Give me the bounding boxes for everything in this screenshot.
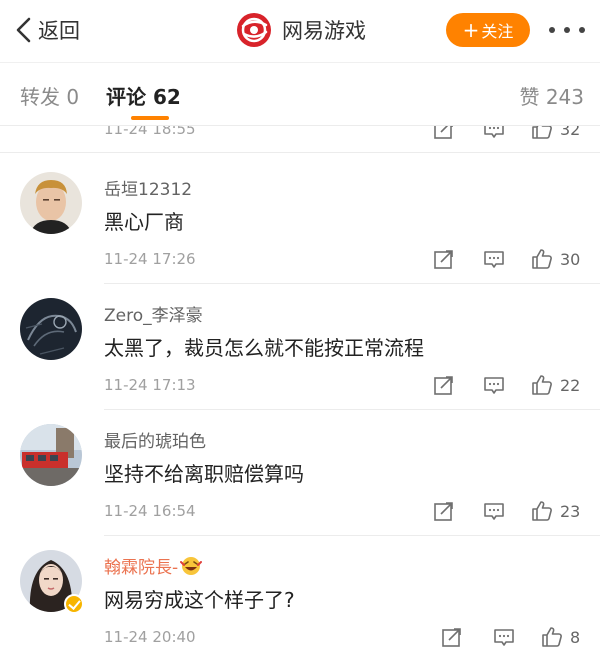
list-item: 11-24 18:55 32 xyxy=(0,126,600,154)
thumb-up-icon xyxy=(542,627,562,647)
like-button[interactable]: 8 xyxy=(540,624,580,650)
comment-icon[interactable] xyxy=(482,498,506,524)
thumb-up-icon xyxy=(532,375,552,395)
comment-author[interactable]: 翰霖院長- xyxy=(104,553,203,578)
avatar-dark-sketch xyxy=(20,298,82,360)
thumb-up-icon xyxy=(532,249,552,269)
chevron-left-icon xyxy=(16,17,31,43)
page-title: 网易游戏 xyxy=(282,19,366,43)
dot xyxy=(579,27,585,33)
tab-bar: 转发 0 评论 62 赞 243 xyxy=(0,62,600,126)
comment-actions: 30 xyxy=(432,246,600,272)
follow-button[interactable]: + 关注 xyxy=(446,13,530,47)
avatar[interactable] xyxy=(20,424,82,486)
comment-text: 坚持不给离职赔偿算吗 xyxy=(104,462,304,486)
comment-text: 网易穷成这个样子了? xyxy=(104,588,295,612)
comment-icon[interactable] xyxy=(482,246,506,272)
account-header[interactable]: 网易游戏 xyxy=(236,11,366,49)
thumb-up-icon xyxy=(532,126,552,139)
laughing-emoji-icon xyxy=(180,557,203,575)
list-item: 翰霖院長- 网易穷成这个样子了? 11-24 20:40 8 xyxy=(0,536,600,651)
comment-icon[interactable] xyxy=(492,624,516,650)
divider xyxy=(0,152,600,153)
comment-actions: 8 xyxy=(440,624,600,650)
tab-repost[interactable]: 转发 0 xyxy=(20,81,79,110)
comment-text: 太黑了，裁员怎么就不能按正常流程 xyxy=(104,336,424,360)
comment-author[interactable]: 岳垣12312 xyxy=(104,175,192,200)
list-item: 岳垣12312 黑心厂商 11-24 17:26 30 xyxy=(0,158,600,284)
like-button[interactable]: 32 xyxy=(530,126,580,142)
thumb-up-icon xyxy=(532,501,552,521)
comment-actions: 23 xyxy=(432,498,600,524)
comment-icon[interactable] xyxy=(482,126,506,142)
list-item: 最后的琥珀色 坚持不给离职赔偿算吗 11-24 16:54 23 xyxy=(0,410,600,536)
like-button[interactable]: 23 xyxy=(530,498,580,524)
repost-icon[interactable] xyxy=(432,246,456,272)
comment-icon[interactable] xyxy=(482,372,506,398)
comment-time: 11-24 17:26 xyxy=(104,250,196,268)
dot xyxy=(549,27,555,33)
comment-time: 11-24 18:55 xyxy=(104,126,196,138)
netease-logo xyxy=(237,13,271,47)
tab-like[interactable]: 赞 243 xyxy=(519,81,584,110)
comment-actions: 22 xyxy=(432,372,600,398)
verified-badge-icon xyxy=(64,594,84,614)
avatar[interactable] xyxy=(20,298,82,360)
follow-label: 关注 xyxy=(481,22,514,41)
repost-icon[interactable] xyxy=(432,126,456,142)
like-button[interactable]: 22 xyxy=(530,372,580,398)
nav-bar: 返回 网易游戏 + 关注 xyxy=(0,0,600,62)
repost-icon[interactable] xyxy=(440,624,464,650)
list-item: Zero_李泽豪 太黑了，裁员怎么就不能按正常流程 11-24 17:13 22 xyxy=(0,284,600,410)
comment-author[interactable]: Zero_李泽豪 xyxy=(104,301,203,326)
tab-comment[interactable]: 评论 62 xyxy=(106,81,181,110)
back-label: 返回 xyxy=(38,19,80,43)
comment-author[interactable]: 最后的琥珀色 xyxy=(104,427,206,452)
more-dots-icon[interactable] xyxy=(549,20,585,40)
like-count: 30 xyxy=(560,249,581,269)
like-count: 8 xyxy=(570,627,581,647)
like-button[interactable]: 30 xyxy=(530,246,580,272)
comment-list[interactable]: 11-24 18:55 32 岳垣12312 黑心厂商 11-24 17:26 … xyxy=(0,126,600,651)
like-count: 23 xyxy=(560,501,581,521)
comment-actions: 32 xyxy=(432,126,600,142)
comment-time: 11-24 17:13 xyxy=(104,376,196,394)
avatar-street-tram xyxy=(20,424,82,486)
like-count: 32 xyxy=(560,126,581,139)
back-button[interactable]: 返回 xyxy=(14,10,80,50)
avatar[interactable] xyxy=(20,172,82,234)
comment-time: 11-24 16:54 xyxy=(104,502,196,520)
comment-time: 11-24 20:40 xyxy=(104,628,196,646)
like-count: 22 xyxy=(560,375,581,395)
plus-icon: + xyxy=(462,18,480,42)
tab-active-indicator xyxy=(131,116,169,120)
dot xyxy=(564,27,570,33)
avatar-photo-young-man xyxy=(20,172,82,234)
repost-icon[interactable] xyxy=(432,372,456,398)
comment-text: 黑心厂商 xyxy=(104,210,184,234)
repost-icon[interactable] xyxy=(432,498,456,524)
author-name: 翰霖院長- xyxy=(104,558,179,578)
